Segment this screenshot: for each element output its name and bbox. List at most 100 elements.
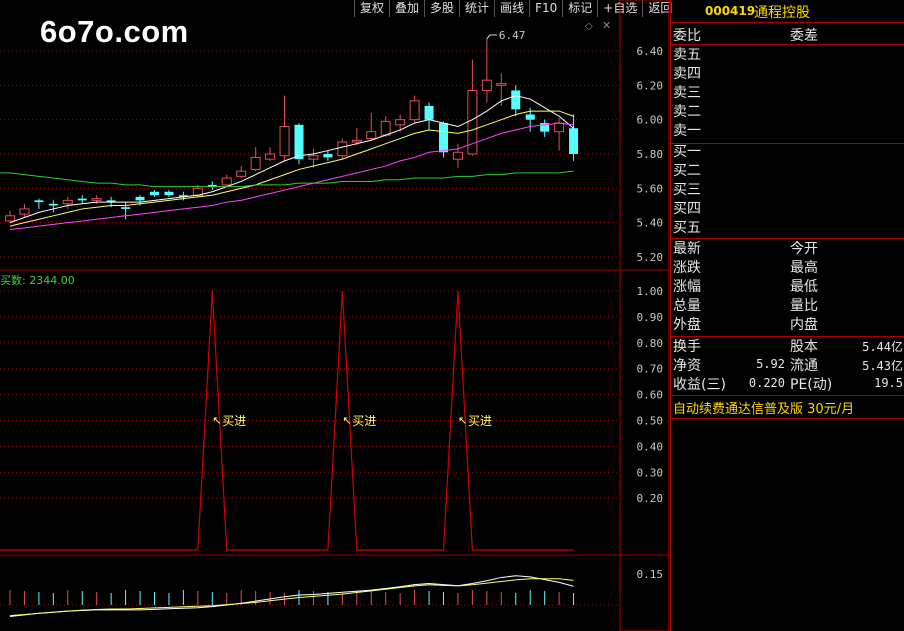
sell-level-4: 卖一: [673, 123, 701, 139]
signal-tick-label: 0.90: [637, 311, 664, 324]
fin-value: 0.220: [748, 376, 785, 390]
candle-body-down: [164, 191, 174, 196]
divider: [671, 395, 904, 396]
stock-code: 000419: [705, 4, 756, 18]
price-tick-label: 5.40: [637, 217, 664, 230]
volume-tick-label: 0.15: [637, 568, 664, 581]
fin-label: 流通: [790, 358, 818, 374]
candle-body-up: [452, 151, 463, 160]
stat-right-2: 最低: [790, 279, 818, 295]
fin-row: 换手 股本 5.44亿: [671, 336, 904, 355]
candle-body-up: [221, 177, 232, 186]
candle-body-up: [279, 126, 290, 157]
signal-tick-label: 0.70: [637, 363, 664, 376]
candle-body-down: [569, 128, 579, 154]
price-tick-label: 6.40: [637, 45, 664, 58]
price-tick-label: 6.20: [637, 79, 664, 92]
candle-body-up: [19, 208, 30, 215]
buy-list: 买一买二买三买四买五: [673, 143, 701, 238]
promo-price: 30元/月: [807, 402, 855, 417]
candle-body-down: [121, 207, 131, 209]
fin-row: 收益(三) 0.220 PE(动) 19.5: [671, 374, 904, 393]
candle-body-down: [150, 191, 159, 196]
buy-level-3: 买四: [673, 201, 701, 217]
indicator-label: 买数: 2344.00: [0, 274, 75, 287]
sell-list: 卖五卖四卖三卖二卖一: [673, 46, 701, 141]
sell-level-3: 卖二: [673, 104, 701, 120]
divider: [671, 238, 904, 239]
candle-body-up: [91, 198, 102, 201]
buy-level-1: 买二: [673, 163, 701, 179]
candle-body-up: [250, 156, 261, 170]
stock-name: 通程控股: [754, 5, 810, 21]
financial-rows: 换手 股本 5.44亿 净资 5.92 流通 5.43亿 收益(三) 0.220 PE(动) 19.…: [671, 336, 904, 393]
candle-body-down: [135, 196, 145, 201]
candle-body-down: [525, 114, 535, 120]
candle-body-up: [5, 215, 15, 222]
volume-line-b: [9, 578, 574, 617]
high-marker-arrow: [486, 34, 497, 40]
promo-text: 自动续费通达信普及版: [673, 402, 804, 417]
candle-body-down: [439, 123, 448, 153]
candle-body-up: [236, 170, 247, 177]
high-marker-label: 6.47: [499, 29, 525, 42]
price-tick-label: 5.60: [637, 182, 664, 195]
stat-left-4: 外盘: [673, 317, 701, 333]
signal-tick-label: 0.20: [637, 492, 664, 505]
candle-body-down: [511, 90, 521, 110]
candle-body-down: [294, 124, 304, 160]
fin-value: 5.92: [756, 357, 785, 371]
buy-level-0: 买一: [673, 144, 701, 160]
stat-right-4: 内盘: [790, 317, 818, 333]
candle-body-up: [337, 141, 348, 157]
stat-right-3: 量比: [790, 298, 818, 314]
stats-right: 今开最高最低量比内盘: [790, 240, 818, 335]
stat-right-0: 今开: [790, 241, 818, 257]
candle-body-down: [424, 105, 434, 120]
sell-level-2: 卖三: [673, 85, 701, 101]
panel-divider: [670, 0, 671, 631]
candle-body-up: [351, 139, 362, 143]
candle-body-up: [308, 155, 319, 160]
candle-body-up: [395, 119, 406, 126]
diff-label: 委差: [790, 28, 818, 44]
promo-link[interactable]: 自动续费通达信普及版 30元/月: [673, 398, 854, 417]
signal-tick-label: 1.00: [637, 285, 664, 298]
ma-line-ma10: [9, 110, 574, 227]
divider: [671, 44, 904, 45]
sell-level-0: 卖五: [673, 47, 701, 63]
signal-tick-label: 0.50: [637, 415, 664, 428]
signal-arrow-icon: ↖: [342, 414, 351, 427]
signal-tick-label: 0.30: [637, 466, 664, 479]
fin-value: 19.5: [874, 376, 903, 390]
signal-tick-label: 0.60: [637, 389, 664, 402]
ratio-label: 委比: [673, 28, 701, 44]
fin-row: 净资 5.92 流通 5.43亿: [671, 355, 904, 374]
fin-label: 股本: [790, 339, 818, 355]
signal-label: 买进: [222, 414, 246, 428]
ma-line-ma20: [9, 122, 574, 231]
divider: [671, 143, 904, 144]
chart-area: 6.40 6.20 6.00 5.80 5.60 5.40 5.20 6.47 1.00 0.90…: [0, 0, 670, 631]
fin-value: 5.43亿: [862, 359, 903, 373]
stat-left-1: 涨跌: [673, 260, 701, 276]
stat-left-3: 总量: [673, 298, 701, 314]
buy-level-2: 买三: [673, 182, 701, 198]
signal-arrow-icon: ↖: [458, 414, 467, 427]
candle-body-up: [366, 131, 377, 140]
candle-body-down: [34, 200, 44, 203]
fin-value: 5.44亿: [862, 340, 903, 354]
stat-right-1: 最高: [790, 260, 818, 276]
candle-body-up: [265, 153, 276, 160]
stat-left-0: 最新: [673, 241, 701, 257]
buy-level-4: 买五: [673, 220, 701, 236]
sell-level-1: 卖四: [673, 66, 701, 82]
fin-label: PE(动): [790, 377, 833, 393]
candle-body-up: [62, 199, 73, 205]
price-tick-label: 5.20: [637, 251, 664, 264]
candle-body-up: [409, 100, 420, 121]
stats-left: 最新 涨跌 涨幅 总量 外盘: [673, 240, 701, 335]
candle-body-down: [77, 198, 87, 201]
ma-line-ma5: [9, 95, 574, 224]
candle-body-up: [496, 83, 507, 86]
